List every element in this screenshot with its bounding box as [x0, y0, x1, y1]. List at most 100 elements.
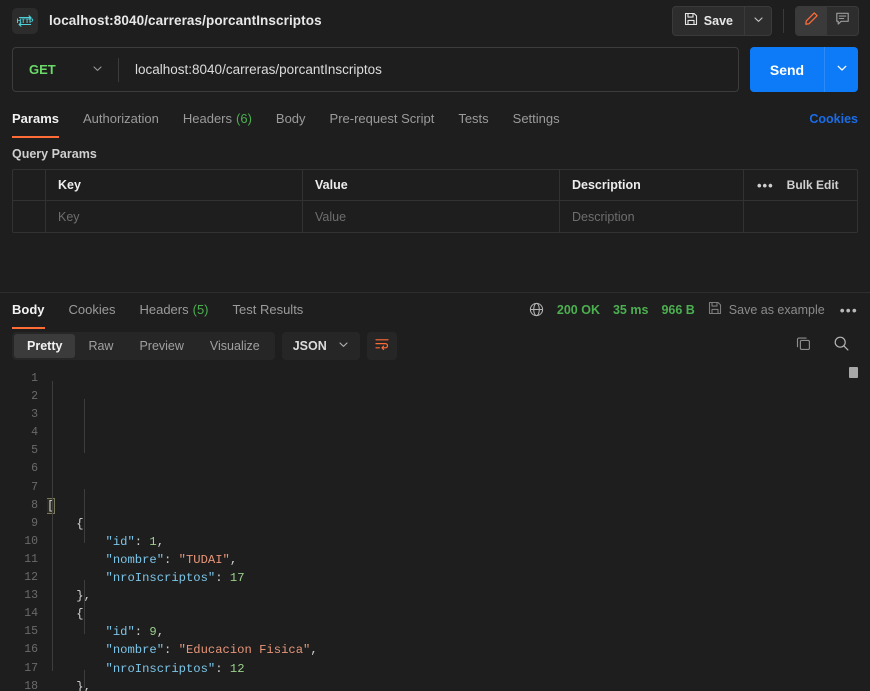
code-token: : [134, 625, 150, 640]
header-actions: Save [671, 5, 859, 36]
tab-headers[interactable]: Headers (6) [183, 102, 252, 135]
indent-guide [84, 580, 85, 634]
tab-body-label: Body [275, 111, 306, 126]
response-tab-test-results[interactable]: Test Results [233, 293, 304, 326]
page-title: localhost:8040/carreras/porcantInscripto… [49, 13, 322, 28]
param-value-input[interactable]: Value [303, 201, 560, 232]
cookies-link[interactable]: Cookies [809, 112, 858, 126]
line-number: 1 [31, 372, 38, 385]
svg-text:HTTP: HTTP [17, 18, 34, 25]
copy-icon[interactable] [795, 335, 812, 357]
floppy-disk-icon [684, 12, 698, 29]
response-view-mode-group: Pretty Raw Preview Visualize [12, 332, 275, 360]
save-options-button[interactable] [744, 6, 771, 35]
response-size: 966 B [661, 302, 695, 317]
tab-headers-label: Headers [182, 111, 233, 126]
line-number: 9 [31, 516, 38, 530]
code-token: "id" [105, 625, 135, 640]
param-key-input[interactable]: Key [46, 201, 303, 232]
comments-button[interactable] [827, 7, 858, 35]
response-tab-headers[interactable]: Headers (5) [139, 293, 208, 326]
line-number: 6 [31, 462, 38, 476]
tab-authorization-label: Authorization [82, 111, 159, 126]
url-bar: GET Send [0, 41, 870, 102]
response-tab-body[interactable]: Body [12, 293, 45, 329]
code-token: , [310, 643, 318, 658]
ellipsis-icon[interactable]: ••• [757, 178, 774, 193]
send-button[interactable]: Send [750, 47, 824, 92]
code-line: "id": 9, [47, 623, 870, 641]
tab-body[interactable]: Body [276, 102, 306, 135]
response-format-selector[interactable]: JSON [281, 332, 360, 360]
row-tools-cell [744, 201, 857, 232]
tab-params[interactable]: Params [12, 102, 59, 138]
http-method-label: GET [29, 62, 56, 77]
tab-pre-request-script-label: Pre-request Script [329, 111, 435, 126]
response-tab-headers-count: (5) [192, 302, 209, 317]
code-line: "id": 1, [47, 533, 870, 551]
view-mode-raw[interactable]: Raw [75, 334, 126, 358]
comment-icon [835, 11, 850, 31]
bulk-edit-button[interactable]: Bulk Edit [787, 178, 839, 192]
response-view-bar: Pretty Raw Preview Visualize JSON [0, 326, 870, 360]
code-token: 17 [229, 571, 245, 586]
code-token: , [229, 552, 238, 567]
line-number: 11 [24, 552, 38, 566]
response-scrollbar-thumb[interactable] [849, 367, 858, 378]
indent-guide [52, 381, 53, 671]
line-number: 5 [31, 444, 38, 458]
floppy-disk-icon [708, 301, 722, 318]
response-more-options-button[interactable]: ••• [838, 302, 858, 318]
tab-settings[interactable]: Settings [513, 102, 560, 135]
code-token: : [164, 643, 179, 658]
code-token: { [76, 607, 84, 622]
code-token: 12 [229, 661, 245, 676]
param-description-input[interactable]: Description [560, 201, 744, 232]
tab-headers-count: (6) [236, 111, 252, 126]
code-line: }, [47, 678, 870, 691]
code-token: "nombre" [105, 643, 165, 658]
view-mode-preview[interactable]: Preview [126, 334, 196, 358]
code-token: 9 [149, 625, 157, 640]
table-header-row: Key Value Description ••• Bulk Edit [13, 170, 857, 201]
response-pane: Body Cookies Headers (5) Test Results 20… [0, 293, 870, 691]
save-as-example-button[interactable]: Save as example [708, 301, 825, 318]
response-tab-cookies[interactable]: Cookies [69, 293, 116, 326]
line-number: 18 [24, 679, 38, 691]
code-token: } [76, 679, 84, 691]
json-code-content[interactable]: [ { "id": 1, "nombre": "TUDAI", "nroInsc… [47, 363, 870, 691]
response-body-viewer[interactable]: 1 2 3 4 5 6 7 8 9 10 11 12 13 14 15 16 17 18 [ { "id": 1,… [0, 363, 870, 691]
code-line: }, [47, 587, 870, 605]
code-line: "nombre": "Educacion Fisica", [47, 641, 870, 659]
response-meta: 200 OK 35 ms 966 B Save as example ••• [529, 301, 858, 318]
request-tabs: Params Authorization Headers (6) Body Pr… [0, 102, 870, 138]
view-mode-pretty[interactable]: Pretty [14, 334, 76, 358]
line-number: 12 [24, 571, 38, 585]
status-badge: 200 OK [556, 302, 600, 317]
indent-guide [84, 399, 85, 453]
send-options-button[interactable] [824, 47, 858, 92]
row-checkbox-cell[interactable] [13, 201, 46, 232]
tab-authorization[interactable]: Authorization [83, 102, 159, 135]
indent-guide [84, 670, 85, 688]
search-icon[interactable] [833, 335, 850, 357]
query-params-title: Query Params [12, 147, 97, 161]
indent-guide [84, 489, 85, 543]
edit-request-button[interactable] [796, 6, 827, 35]
save-button[interactable]: Save [673, 7, 744, 35]
globe-icon[interactable] [529, 302, 544, 317]
line-number: 4 [31, 426, 38, 440]
code-token: "nombre" [105, 552, 165, 567]
response-tab-body-label: Body [12, 302, 45, 317]
tab-pre-request-script[interactable]: Pre-request Script [330, 102, 435, 135]
request-header-bar: HTTP localhost:8040/carreras/porcantInsc… [0, 0, 870, 41]
view-mode-visualize[interactable]: Visualize [197, 334, 273, 358]
code-token: , [156, 534, 165, 549]
wrap-lines-button[interactable] [366, 332, 397, 360]
save-button-label: Save [703, 13, 733, 28]
url-input[interactable] [119, 48, 738, 91]
chevron-down-icon [836, 61, 848, 79]
http-method-selector[interactable]: GET [13, 48, 118, 91]
tab-tests[interactable]: Tests [458, 102, 488, 135]
code-token: "TUDAI" [178, 552, 230, 567]
